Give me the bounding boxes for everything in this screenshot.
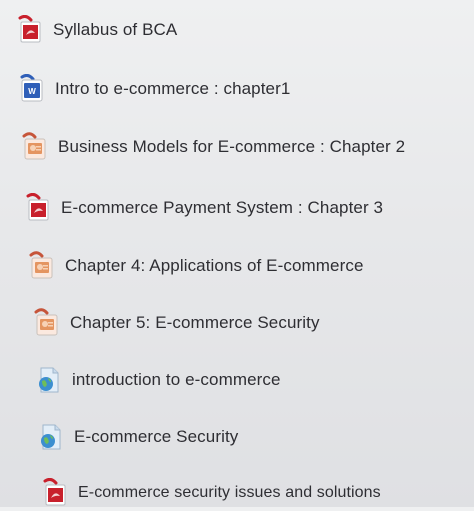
- file-label: E-commerce security issues and solutions: [78, 484, 381, 501]
- file-label: Syllabus of BCA: [53, 20, 178, 39]
- file-item-e-commerce-security-link[interactable]: E-commerce Security: [35, 419, 238, 455]
- file-item-security-issues-and-solutions[interactable]: E-commerce security issues and solutions: [39, 475, 381, 511]
- url-link-icon: [35, 422, 65, 452]
- file-label: E-commerce Payment System : Chapter 3: [61, 198, 384, 217]
- file-label: Chapter 4: Applications of E-commerce: [65, 256, 364, 275]
- file-label: E-commerce Security: [74, 427, 239, 446]
- pdf-icon: [14, 15, 44, 45]
- file-item-payment-system[interactable]: E-commerce Payment System : Chapter 3: [22, 190, 383, 226]
- file-item-syllabus-of-bca[interactable]: Syllabus of BCA: [14, 12, 177, 48]
- powerpoint-icon: [26, 251, 56, 281]
- file-label: Chapter 5: E-commerce Security: [70, 313, 320, 332]
- file-item-chapter-4[interactable]: Chapter 4: Applications of E-commerce: [26, 248, 364, 284]
- file-item-chapter-5[interactable]: Chapter 5: E-commerce Security: [31, 305, 320, 341]
- pdf-icon: [22, 193, 52, 223]
- powerpoint-icon: [31, 308, 61, 338]
- file-item-introduction-to-e-commerce-link[interactable]: introduction to e-commerce: [33, 362, 281, 398]
- pdf-icon: [39, 478, 69, 508]
- word-doc-icon: [16, 74, 46, 104]
- file-label: introduction to e-commerce: [72, 370, 281, 389]
- file-label: Intro to e-commerce : chapter1: [55, 79, 291, 98]
- url-link-icon: [33, 365, 63, 395]
- file-item-business-models[interactable]: Business Models for E-commerce : Chapter…: [19, 129, 405, 165]
- file-item-intro-to-e-commerce[interactable]: Intro to e-commerce : chapter1: [16, 71, 290, 107]
- file-list: Syllabus of BCA Intro to e-commerce : ch…: [0, 0, 474, 507]
- powerpoint-icon: [19, 132, 49, 162]
- file-label: Business Models for E-commerce : Chapter…: [58, 137, 406, 156]
